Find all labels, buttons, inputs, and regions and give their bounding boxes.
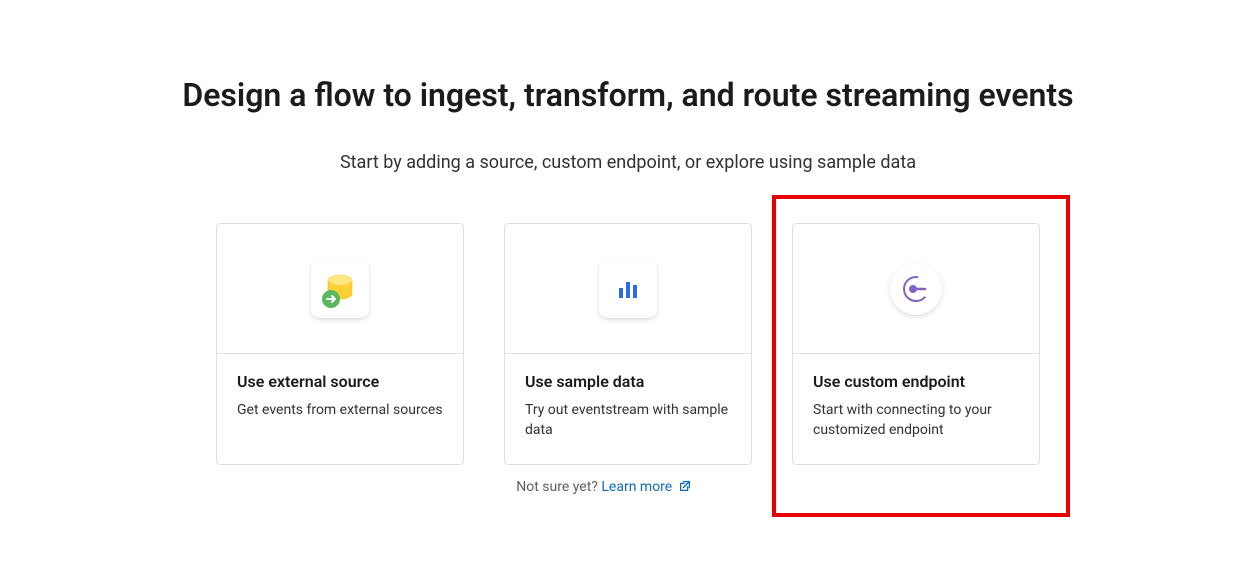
endpoint-icon — [890, 263, 942, 315]
card-external-source[interactable]: Use external source Get events from exte… — [216, 223, 464, 465]
card-icon-section — [505, 224, 751, 354]
card-title: Use external source — [237, 372, 443, 391]
card-icon-section — [217, 224, 463, 354]
card-options-row: Use external source Get events from exte… — [216, 223, 1040, 465]
page-heading: Design a flow to ingest, transform, and … — [0, 76, 1256, 114]
card-icon-section — [793, 224, 1039, 354]
card-description: Get events from external sources — [237, 401, 443, 421]
learn-more-link[interactable]: Learn more — [601, 479, 691, 495]
card-title: Use sample data — [525, 372, 731, 391]
page-subheading: Start by adding a source, custom endpoin… — [0, 152, 1256, 173]
card-description: Try out eventstream with sample data — [525, 401, 731, 440]
bar-chart-icon — [599, 260, 657, 318]
external-link-icon — [678, 479, 692, 493]
database-arrow-icon — [311, 260, 369, 318]
card-title: Use custom endpoint — [813, 372, 1019, 391]
card-custom-endpoint[interactable]: Use custom endpoint Start with connectin… — [792, 223, 1040, 465]
footer-not-sure-text: Not sure yet? — [516, 479, 601, 495]
card-sample-data[interactable]: Use sample data Try out eventstream with… — [504, 223, 752, 465]
card-description: Start with connecting to your customized… — [813, 401, 1019, 440]
footer-row: Not sure yet? Learn more — [0, 479, 1256, 495]
